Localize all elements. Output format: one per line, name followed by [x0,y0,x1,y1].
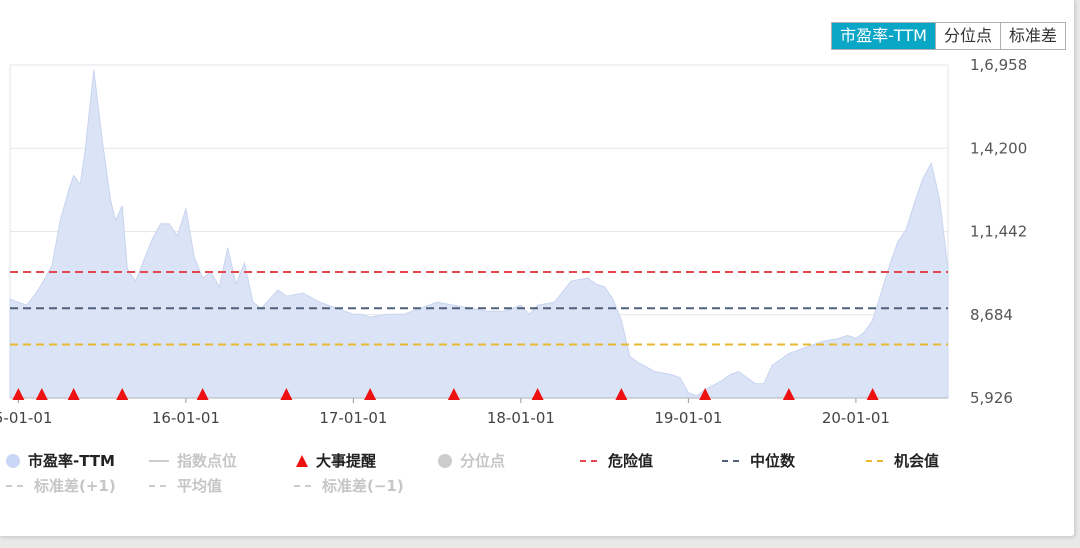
legend-row-2: 标准差(+1) 平均值 标准差(−1) [6,473,1006,498]
legend-label: 危险值 [608,452,654,470]
dash-icon [722,459,742,462]
x-tick-label: 19-01-01 [654,409,722,427]
legend-label: 标准差(+1) [34,477,116,495]
legend-label: 市盈率-TTM [28,452,115,470]
circle-icon [6,453,20,468]
y-tick-label: 1,6,958 [970,56,1027,74]
x-tick-label: 16-01-01 [152,409,220,427]
dash-icon [866,459,886,462]
x-tick-label: 15-01-01 [0,409,52,427]
legend-item-index-points[interactable]: 指数点位 [149,448,237,473]
pe-chart: 1,6,958 1,4,200 1,1,442 8,684 5,926 15-01-01 1… [0,56,1027,427]
legend-item-opportunity-value[interactable]: 机会值 [866,448,939,473]
legend-label: 分位点 [460,452,506,470]
legend-row-1: 市盈率-TTM 指数点位 大事提醒 分位点 危险值 中位数 机会值 [6,448,1006,473]
y-tick-label: 1,4,200 [970,139,1027,157]
x-tick-label: 20-01-01 [822,409,890,427]
chart-legend: 市盈率-TTM 指数点位 大事提醒 分位点 危险值 中位数 机会值 标准差(+1… [6,448,1006,498]
circle-icon [438,453,452,468]
legend-label: 机会值 [894,452,940,470]
x-tick-label: 18-01-01 [487,409,555,427]
legend-item-median[interactable]: 中位数 [722,448,795,473]
dash-icon [6,484,26,487]
y-tick-label: 1,1,442 [970,223,1027,241]
legend-item-major-events[interactable]: 大事提醒 [294,448,376,473]
dash-icon [149,484,169,487]
dash-icon [580,459,600,462]
pe-ttm-area [9,69,949,399]
legend-item-average[interactable]: 平均值 [149,473,222,498]
legend-label: 标准差(−1) [322,477,404,495]
legend-label: 中位数 [750,452,796,470]
line-icon [149,459,169,462]
legend-item-percentile[interactable]: 分位点 [438,448,505,473]
legend-label: 大事提醒 [316,452,377,470]
legend-label: 平均值 [177,477,223,495]
legend-item-std-plus-1[interactable]: 标准差(+1) [6,473,116,498]
dash-icon [294,484,314,487]
legend-label: 指数点位 [177,452,238,470]
legend-item-danger-value[interactable]: 危险值 [580,448,653,473]
y-tick-label: 5,926 [970,389,1013,407]
x-tick-label: 17-01-01 [319,409,387,427]
legend-item-pe-ttm[interactable]: 市盈率-TTM [6,448,115,473]
y-tick-label: 8,684 [970,306,1013,324]
triangle-icon [296,454,308,467]
legend-item-std-minus-1[interactable]: 标准差(−1) [294,473,404,498]
